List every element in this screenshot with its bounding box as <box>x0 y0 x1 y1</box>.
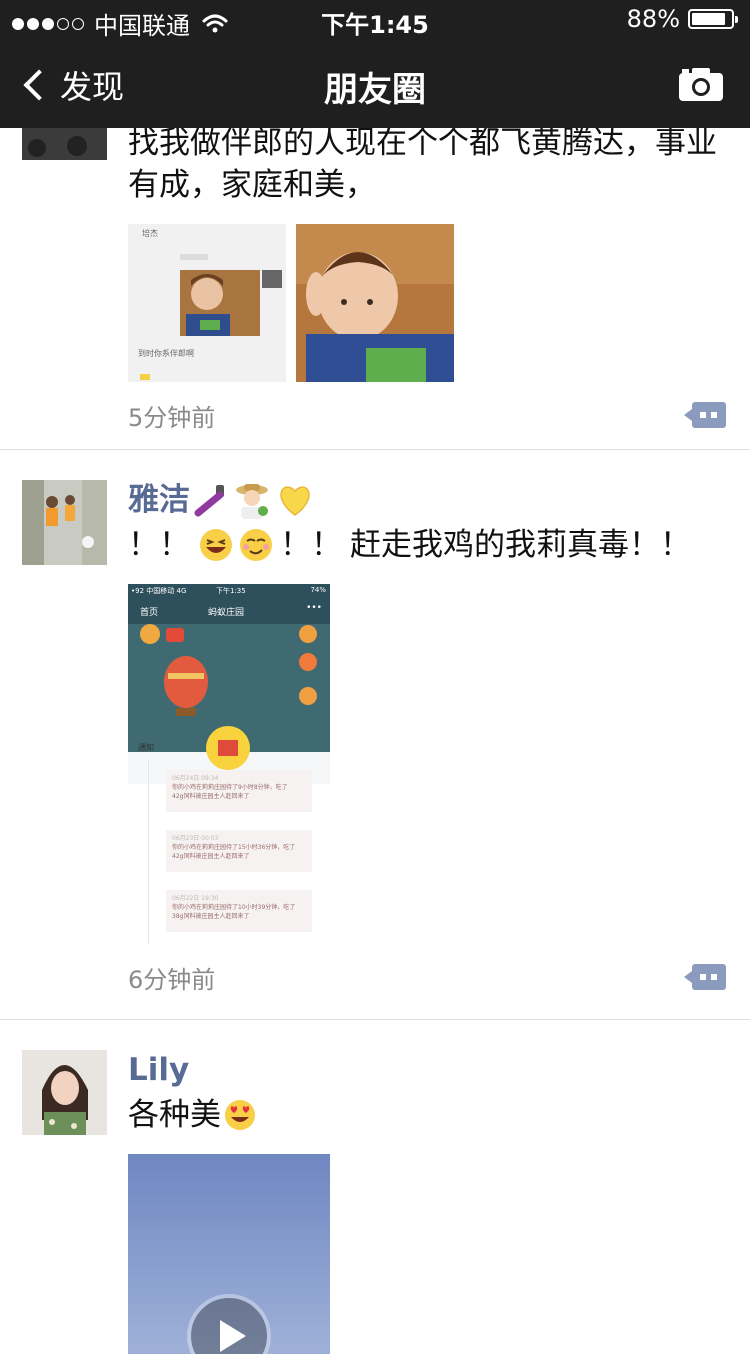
comment-button[interactable] <box>684 964 726 990</box>
farm-scene <box>128 624 330 784</box>
user-name[interactable]: Lily <box>128 1050 726 1090</box>
post-meta: 5分钟前 <box>128 398 726 438</box>
smirk-emoji-icon <box>240 529 272 561</box>
notice-date: 06月24日 09:34 <box>172 775 219 782</box>
embedded-battery: 74% <box>310 586 326 594</box>
navigation-bar: 发现 朋友圈 <box>0 40 750 128</box>
chat-message: 到时你系伴郎啊 <box>138 349 194 358</box>
notice-card: 06月22日 19:30 你的小鸡在莉莉庄园待了10小时39分钟，吃了 38g饲… <box>166 890 312 932</box>
notice-line: 42g饲料被庄园主人赶回来了 <box>172 793 250 800</box>
status-bar: 中国联通 下午1:45 88% <box>0 0 750 40</box>
user-name-text: Lily <box>128 1052 190 1088</box>
divider <box>0 449 750 450</box>
notice-line: 你的小鸡在莉莉庄园待了15小时36分钟，吃了 <box>172 844 296 851</box>
embedded-navbar: 首页 蚂蚁庄园 ••• <box>128 598 330 624</box>
chat-contact-name: 培杰 <box>142 229 158 238</box>
image-thumbnail[interactable]: 培杰 到时你系伴郎啊 <box>128 224 286 382</box>
user-name-text: 雅洁 <box>128 482 190 518</box>
notice-line: 你的小鸡在莉莉庄园待了10小时39分钟，吃了 <box>172 904 296 911</box>
notice-line: 42g饲料被庄园主人赶回来了 <box>172 853 250 860</box>
embedded-status-bar: •92 中国移动 4G 下午1:35 74% <box>128 584 330 598</box>
avatar[interactable] <box>22 480 107 565</box>
embedded-notice-title: 通知 <box>138 743 154 752</box>
post-text-rest: 赶走我鸡的我莉真毒！！ <box>350 527 691 563</box>
image-thumbnail[interactable] <box>296 224 454 382</box>
embedded-notice-list <box>148 760 149 944</box>
image-grid: •92 中国移动 4G 下午1:35 74% 首页 蚂蚁庄园 ••• 通知 06… <box>128 584 726 944</box>
image-thumbnail[interactable]: •92 中国移动 4G 下午1:35 74% 首页 蚂蚁庄园 ••• 通知 06… <box>128 584 330 944</box>
divider <box>0 1019 750 1020</box>
post-time: 6分钟前 <box>128 966 216 994</box>
post-time: 5分钟前 <box>128 404 216 432</box>
video-grid <box>128 1154 726 1354</box>
page-title: 朋友圈 <box>324 70 426 110</box>
yellow-heart-icon <box>280 486 310 516</box>
embedded-title: 蚂蚁庄园 <box>208 608 245 618</box>
embedded-back: 首页 <box>140 608 159 618</box>
farmer-emoji-icon <box>236 484 268 519</box>
embedded-more: ••• <box>306 603 322 613</box>
notice-card: 06月24日 09:34 你的小鸡在莉莉庄园待了9小时8分钟，吃了 42g饲料被… <box>166 770 312 812</box>
post-meta: 6分钟前 <box>128 960 726 1000</box>
post-text-mid: ！！ <box>280 527 342 563</box>
heart-eyes-emoji-icon <box>225 1100 255 1130</box>
post-text-prefix: ！！ <box>128 527 190 563</box>
battery-icon <box>688 9 738 29</box>
notice-date: 06月23日 00:03 <box>172 835 219 842</box>
play-icon[interactable] <box>189 1296 269 1354</box>
comment-button[interactable] <box>684 402 726 428</box>
battery-percent: 88% <box>626 5 680 33</box>
camera-icon[interactable] <box>678 66 724 102</box>
user-name[interactable]: 雅洁 <box>128 480 726 520</box>
notice-date: 06月22日 19:30 <box>172 895 219 902</box>
notice-card: 06月23日 00:03 你的小鸡在莉莉庄园待了15小时36分钟，吃了 42g饲… <box>166 830 312 872</box>
post-text: 找我做伴郎的人现在个个都飞黄腾达，事业有成，家庭和美， <box>128 125 717 203</box>
avatar[interactable] <box>22 1050 107 1135</box>
image-grid: 培杰 到时你系伴郎啊 <box>128 224 726 382</box>
app-header: 中国联通 下午1:45 88% 发现 朋友圈 <box>0 0 750 128</box>
selfie-emoji-icon <box>194 485 224 517</box>
post-text: ！！ ！！ 赶走我鸡的我莉真毒！！ <box>128 524 726 566</box>
post-text: 各种美 <box>128 1094 726 1136</box>
embedded-time: 下午1:35 <box>216 587 246 595</box>
notice-line: 你的小鸡在莉莉庄园待了9小时8分钟，吃了 <box>172 784 288 791</box>
notice-line: 38g饲料被庄园主人赶回来了 <box>172 913 250 920</box>
post-text-body: 各种美 <box>128 1097 221 1133</box>
moments-feed[interactable]: 找我做伴郎的人现在个个都飞黄腾达，事业有成，家庭和美， 培杰 到时你系伴郎啊 5… <box>0 0 750 1354</box>
embedded-carrier: •92 中国移动 4G <box>131 587 187 595</box>
video-thumbnail[interactable] <box>128 1154 330 1354</box>
laughing-emoji-icon <box>200 529 232 561</box>
